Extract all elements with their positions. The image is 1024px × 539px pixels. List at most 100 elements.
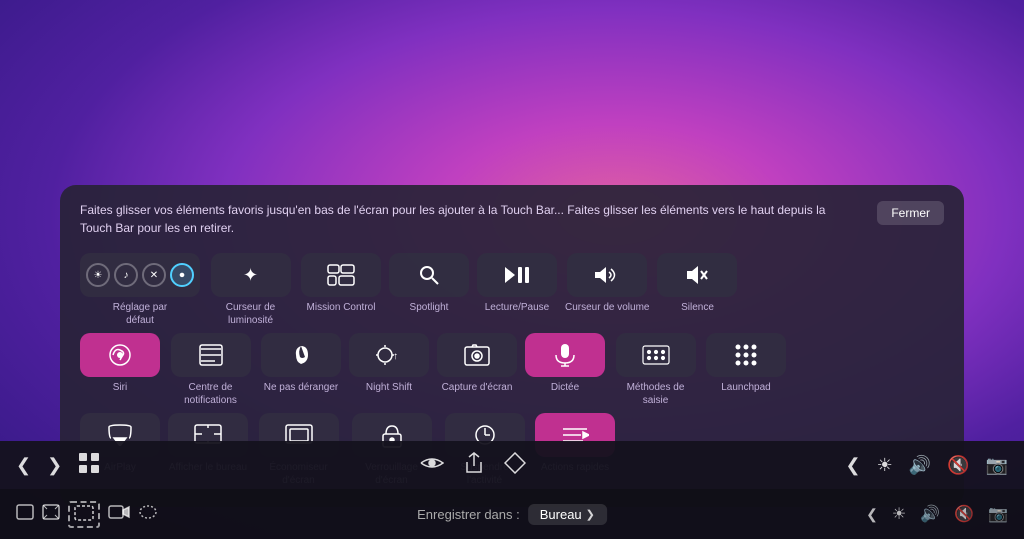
item-silence[interactable]: Silence (657, 253, 737, 314)
toolbar-right: ❮ ☀ 🔊 🔇 📷 (846, 455, 1009, 476)
item-icon-nightshift: ↑ (349, 333, 429, 377)
item-label-luminosite: Curseur de luminosité (208, 301, 293, 327)
silence-icon (685, 263, 709, 287)
svg-text:↑: ↑ (393, 351, 398, 362)
statusbar-left (16, 501, 158, 528)
item-label-lecture: Lecture/Pause (485, 301, 550, 314)
item-label-launchpad: Launchpad (721, 381, 771, 394)
dictee-icon (554, 343, 576, 367)
statusbar-dotselect-icon[interactable] (138, 504, 158, 525)
item-centre-notifications[interactable]: Centre de notifications (168, 333, 253, 407)
toolbar-chevron-left[interactable]: ❮ (16, 455, 31, 476)
item-curseur-luminosite[interactable]: ✦ Curseur de luminosité (208, 253, 293, 327)
statusbar-selection-icon[interactable] (68, 501, 100, 528)
toolbar-center (420, 452, 526, 479)
toolbar-chevron-right[interactable]: ❯ (47, 455, 62, 476)
item-siri[interactable]: Siri (80, 333, 160, 394)
toolbar-eye[interactable] (420, 455, 444, 476)
item-curseur-volume[interactable]: Curseur de volume (565, 253, 649, 314)
save-destination[interactable]: Bureau ❯ (528, 504, 607, 525)
item-label-spotlight: Spotlight (410, 301, 449, 314)
toolbar-right-chevron[interactable]: ❮ (846, 455, 861, 476)
multi-icon: ☀ ♪ ✕ ⏺ (86, 263, 194, 287)
item-icon-dnd (261, 333, 341, 377)
mini-mute: ✕ (142, 263, 166, 287)
item-label-siri: Siri (113, 381, 127, 394)
item-launchpad[interactable]: Launchpad (706, 333, 786, 394)
toolbar-brightness-right[interactable]: ☀ (877, 455, 893, 476)
mini-vol: ♪ (114, 263, 138, 287)
toolbar: ❮ ❯ (0, 441, 1024, 489)
item-capture-ecran[interactable]: Capture d'écran (437, 333, 517, 394)
item-icon-mission (301, 253, 381, 297)
item-mission-control[interactable]: Mission Control (301, 253, 381, 314)
item-icon-spotlight (389, 253, 469, 297)
item-spotlight[interactable]: Spotlight (389, 253, 469, 314)
toolbar-share[interactable] (464, 452, 484, 479)
item-icon-volume (567, 253, 647, 297)
item-label-keyboard: Méthodes de saisie (613, 381, 698, 407)
item-icon-capture (437, 333, 517, 377)
item-icon-lecture (477, 253, 557, 297)
toolbar-left: ❮ ❯ (16, 452, 100, 479)
item-label-dictee: Dictée (551, 381, 579, 394)
statusbar-right: ❮ ☀ 🔊 🔇 📷 (866, 504, 1008, 524)
dnd-icon (289, 343, 313, 367)
item-label-volume: Curseur de volume (565, 301, 649, 314)
notifications-icon (199, 344, 223, 366)
statusbar-right-mute[interactable]: 🔇 (954, 504, 974, 524)
item-icon-dictee (525, 333, 605, 377)
item-label-notif: Centre de notifications (168, 381, 253, 407)
toolbar-volume-right[interactable]: 🔊 (909, 455, 931, 476)
statusbar-right-chevron[interactable]: ❮ (866, 506, 878, 523)
panel-header: Faites glisser vos éléments favoris jusq… (80, 201, 944, 237)
save-dest-label: Bureau (540, 507, 582, 522)
item-icon-luminosite: ✦ (211, 253, 291, 297)
item-icon-siri (80, 333, 160, 377)
item-label-reglage: Réglage par défaut (98, 301, 183, 327)
item-icon-keyboard (616, 333, 696, 377)
item-ne-pas-deranger[interactable]: Ne pas déranger (261, 333, 341, 394)
item-icon-launchpad (706, 333, 786, 377)
item-methodes-saisie[interactable]: Méthodes de saisie (613, 333, 698, 407)
statusbar-center: Enregistrer dans : Bureau ❯ (417, 504, 607, 525)
item-lecture-pause[interactable]: Lecture/Pause (477, 253, 557, 314)
item-icon-notif (171, 333, 251, 377)
statusbar-fullscreen-icon[interactable] (42, 504, 60, 525)
keyboard-icon (642, 345, 670, 365)
night-shift-icon: ↑ (375, 343, 403, 367)
brightness-icon: ✦ (243, 265, 258, 286)
item-dictee[interactable]: Dictée (525, 333, 605, 394)
statusbar: Enregistrer dans : Bureau ❯ ❮ ☀ 🔊 🔇 📷 (0, 489, 1024, 539)
mission-control-icon (327, 264, 355, 286)
toolbar-grid[interactable] (78, 452, 100, 479)
statusbar-right-camera[interactable]: 📷 (988, 504, 1008, 524)
toolbar-camera-right[interactable]: 📷 (986, 455, 1008, 476)
launchpad-icon (733, 342, 759, 368)
statusbar-right-brightness[interactable]: ☀ (892, 504, 906, 524)
items-row-2: Siri Centre de notifications (80, 333, 944, 407)
volume-icon (593, 265, 621, 285)
item-label-capture: Capture d'écran (442, 381, 513, 394)
item-reglage-par-defaut[interactable]: ☀ ♪ ✕ ⏺ Réglage par défaut (80, 253, 200, 327)
toolbar-tag[interactable] (504, 452, 526, 479)
item-label-dnd: Ne pas déranger (264, 381, 339, 394)
panel-instruction: Faites glisser vos éléments favoris jusq… (80, 201, 860, 237)
mini-sun: ☀ (86, 263, 110, 287)
close-button[interactable]: Fermer (877, 201, 944, 225)
capture-icon (464, 344, 490, 366)
item-night-shift[interactable]: ↑ Night Shift (349, 333, 429, 394)
item-label-nightshift: Night Shift (366, 381, 412, 394)
item-label-mission: Mission Control (307, 301, 376, 314)
items-row-1: ☀ ♪ ✕ ⏺ Réglage par défaut ✦ Curseur de … (80, 253, 944, 327)
item-label-silence: Silence (681, 301, 714, 314)
statusbar-video-icon[interactable] (108, 504, 130, 525)
statusbar-right-volume[interactable]: 🔊 (920, 504, 940, 524)
spotlight-icon (417, 263, 441, 287)
toolbar-mute-right[interactable]: 🔇 (947, 455, 969, 476)
statusbar-window-icon[interactable] (16, 504, 34, 525)
save-label: Enregistrer dans : (417, 507, 520, 522)
save-dest-chevron: ❯ (586, 508, 595, 521)
siri-icon (105, 340, 135, 370)
play-pause-icon (503, 265, 531, 285)
